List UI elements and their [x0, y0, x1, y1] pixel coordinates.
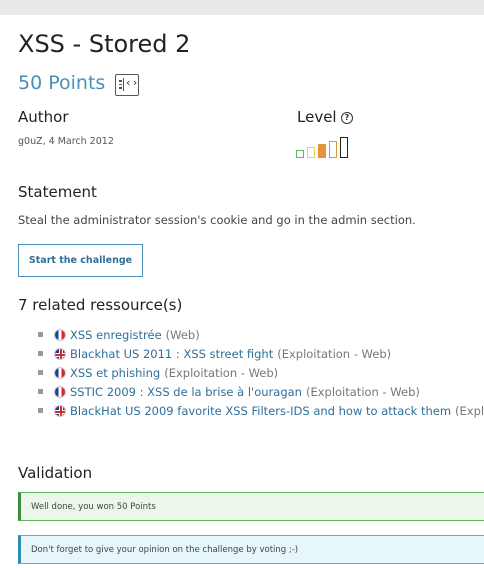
list-bullet-icon [38, 408, 43, 413]
uk-flag-icon [54, 404, 66, 417]
validation-heading: Validation [18, 464, 93, 482]
statement-heading: Statement [18, 183, 97, 201]
level-bar-3 [318, 144, 326, 158]
resource-item: Blackhat US 2011 : XSS street fight (Expl… [38, 344, 484, 363]
code-window-icon: ‹› [115, 74, 139, 96]
resources-heading: 7 related ressource(s) [18, 296, 183, 314]
level-bar-2 [307, 147, 315, 158]
challenge-points: 50 Points [18, 72, 106, 94]
author-heading: Author [18, 108, 69, 126]
resource-category: (Exploitation - Web) [277, 346, 392, 361]
resource-link[interactable]: Blackhat US 2011 : XSS street fight [70, 347, 273, 361]
level-heading: Level [297, 108, 337, 126]
list-bullet-icon [38, 370, 43, 375]
resource-item: XSS enregistrée (Web) [38, 325, 484, 344]
resource-category: (Exploita [455, 403, 484, 418]
list-bullet-icon [38, 332, 43, 337]
uk-flag-icon [54, 347, 66, 360]
info-alert: Don't forget to give your opinion on the… [18, 535, 484, 564]
level-bar-5 [340, 137, 348, 158]
start-challenge-button[interactable]: Start the challenge [18, 244, 143, 277]
challenge-title: XSS - Stored 2 [18, 30, 191, 58]
resources-list: XSS enregistrée (Web) Blackhat US 2011 : X… [38, 325, 484, 420]
level-bar-4 [329, 141, 337, 158]
list-bullet-icon [38, 389, 43, 394]
resource-category: (Exploitation - Web) [164, 365, 279, 380]
resource-category: (Web) [165, 327, 200, 342]
resource-link[interactable]: XSS enregistrée [70, 328, 162, 342]
statement-text: Steal the administrator session's cookie… [18, 213, 416, 227]
resource-item: XSS et phishing (Exploitation - Web) [38, 363, 484, 382]
french-flag-icon [54, 385, 66, 398]
success-alert: Well done, you won 50 Points [18, 492, 484, 521]
resource-category: (Exploitation - Web) [305, 384, 420, 399]
resource-link[interactable]: XSS et phishing [70, 366, 160, 380]
question-circle-icon[interactable]: ? [341, 112, 353, 124]
resource-link[interactable]: SSTIC 2009 : XSS de la brise à l'ouragan [70, 385, 302, 399]
author-value[interactable]: g0uZ, 4 March 2012 [18, 136, 114, 147]
level-bar-1 [296, 150, 304, 158]
french-flag-icon [54, 366, 66, 379]
info-message: Don't forget to give your opinion on the… [31, 544, 299, 555]
french-flag-icon [54, 328, 66, 341]
list-bullet-icon [38, 351, 43, 356]
resource-item: SSTIC 2009 : XSS de la brise à l'ouragan… [38, 382, 484, 401]
resource-link[interactable]: BlackHat US 2009 favorite XSS Filters-ID… [70, 404, 451, 418]
success-message: Well done, you won 50 Points [31, 501, 156, 512]
level-indicator [296, 136, 356, 158]
resource-item: BlackHat US 2009 favorite XSS Filters-ID… [38, 401, 484, 420]
top-bar [0, 0, 484, 15]
